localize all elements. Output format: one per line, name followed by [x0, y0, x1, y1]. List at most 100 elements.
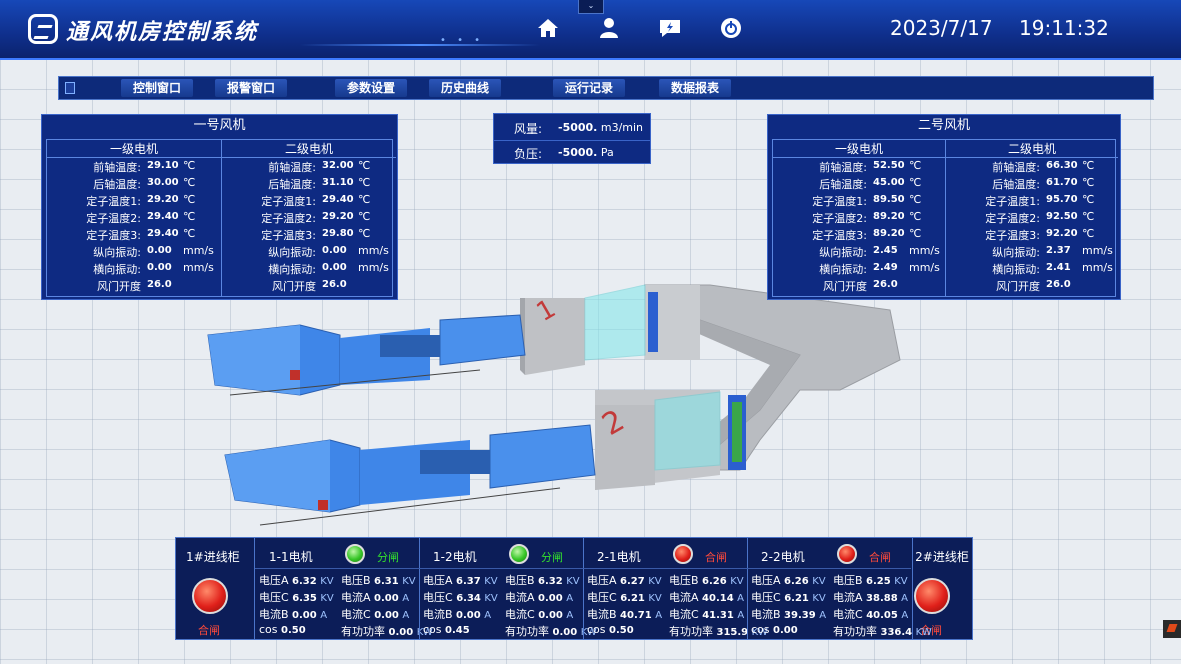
param-row: 定子温度3: 89.20 ℃	[773, 226, 945, 243]
param-label: 定子温度1:	[86, 195, 141, 208]
cell-label: 电流C	[669, 608, 699, 621]
electrical-cell: 电流B 39.39 A	[751, 606, 826, 622]
home-icon[interactable]	[536, 16, 560, 40]
cell-unit: A	[737, 610, 745, 621]
electrical-cell: 有功功率 336.4 KW	[833, 623, 932, 639]
param-row: 定子温度2: 29.20 ℃	[222, 209, 396, 226]
param-value: 2.41	[1046, 262, 1071, 273]
param-unit: ℃	[183, 227, 196, 240]
motor-status-lamp[interactable]	[673, 544, 693, 564]
cell-label: 电流A	[341, 591, 371, 604]
electrical-cell: 电流A 0.00 A	[341, 589, 409, 605]
menu-param-settings[interactable]: 参数设置	[335, 79, 408, 97]
motor-name: 1-1电机	[269, 550, 313, 564]
corner-app-icon[interactable]	[1163, 620, 1181, 638]
motor-status-lamp[interactable]	[837, 544, 857, 564]
cell-label: 有功功率	[669, 625, 713, 638]
param-label: 定子温度3:	[812, 229, 867, 242]
param-row: 定子温度2: 29.40 ℃	[47, 209, 221, 226]
param-row: 横向振动: 0.00 mm/s	[47, 260, 221, 277]
param-label: 定子温度3:	[985, 229, 1040, 242]
motor-head: 一级电机	[773, 140, 945, 158]
param-row: 定子温度1: 29.20 ℃	[47, 192, 221, 209]
electrical-cell: 电流A 0.00 A	[505, 589, 573, 605]
fan1-motor2: 二级电机 前轴温度: 32.00 ℃ 后轴温度: 31.10 ℃ 定子温度1: 29.40 ℃ 定…	[222, 140, 396, 296]
menu-control-window[interactable]: 控制窗口	[121, 79, 194, 97]
param-value: 29.80	[322, 228, 354, 239]
param-label: 风门开度	[996, 280, 1040, 293]
param-label: 横向振动:	[819, 263, 867, 276]
param-unit: ℃	[1082, 210, 1095, 223]
cell-value: 0.00	[552, 627, 578, 638]
menu-history-curve[interactable]: 历史曲线	[429, 79, 502, 97]
motor-name: 1-2电机	[433, 550, 477, 564]
param-value: 29.40	[147, 228, 179, 239]
cabinet1-label: 1#进线柜	[186, 550, 240, 564]
param-value: 26.0	[322, 279, 347, 290]
param-value: 2.37	[1046, 245, 1071, 256]
param-row: 纵向振动: 0.00 mm/s	[47, 243, 221, 260]
user-icon[interactable]	[597, 16, 621, 40]
fan1-panel: 一号风机 一级电机 前轴温度: 29.10 ℃ 后轴温度: 30.00 ℃ 定子温度1: 29…	[41, 114, 398, 300]
param-row: 后轴温度: 30.00 ℃	[47, 175, 221, 192]
cell-value: 0.00	[292, 610, 317, 621]
param-row: 风门开度 26.0	[773, 277, 945, 294]
motor-status-lamp[interactable]	[345, 544, 365, 564]
motor-status-lamp[interactable]	[509, 544, 529, 564]
param-row: 定子温度3: 29.40 ℃	[47, 226, 221, 243]
param-value: 61.70	[1046, 177, 1078, 188]
divider	[419, 568, 583, 569]
cell-label: 电压B	[833, 574, 863, 587]
param-unit: ℃	[183, 210, 196, 223]
divider	[419, 538, 420, 639]
menu-bar: 控制窗口 报警窗口 参数设置 历史曲线 运行记录 数据报表	[58, 76, 1154, 100]
param-row: 定子温度2: 92.50 ℃	[946, 209, 1118, 226]
param-unit: ℃	[909, 159, 922, 172]
param-value: 29.20	[147, 194, 179, 205]
collapse-button[interactable]: ⌄	[578, 0, 604, 14]
menu-toggle[interactable]	[65, 82, 75, 94]
param-row: 定子温度1: 29.40 ℃	[222, 192, 396, 209]
param-value: 26.0	[873, 279, 898, 290]
param-unit: ℃	[358, 210, 371, 223]
cell-value: 6.37	[456, 576, 481, 587]
param-unit: mm/s	[358, 244, 389, 257]
electrical-cell: 电压A 6.27 KV	[587, 572, 662, 588]
message-icon[interactable]	[658, 16, 682, 40]
cell-value: 40.71	[620, 610, 652, 621]
param-row: 定子温度1: 95.70 ℃	[946, 192, 1118, 209]
param-label: 后轴温度:	[819, 178, 867, 191]
cabinet2-label: 2#进线柜	[915, 550, 969, 564]
param-unit: ℃	[358, 176, 371, 189]
param-value: 26.0	[1046, 279, 1071, 290]
cell-label: 电压C	[423, 591, 453, 604]
cabinet1-status-lamp[interactable]	[192, 578, 228, 614]
cell-unit: A	[402, 610, 410, 621]
cell-value: 336.4	[880, 627, 913, 638]
fan2-panel: 二号风机 一级电机 前轴温度: 52.50 ℃ 后轴温度: 45.00 ℃ 定子温度1: 89…	[767, 114, 1121, 300]
param-row: 前轴温度: 29.10 ℃	[47, 158, 221, 175]
menu-run-records[interactable]: 运行记录	[553, 79, 626, 97]
motor-state: 合闸	[869, 551, 891, 564]
power-icon[interactable]	[719, 16, 743, 40]
cell-label: 电压A	[423, 574, 453, 587]
param-value: 32.00	[322, 160, 354, 171]
cell-label: 电压A	[751, 574, 781, 587]
menu-alarm-window[interactable]: 报警窗口	[215, 79, 288, 97]
param-value: 95.70	[1046, 194, 1078, 205]
cabinet2-status-lamp[interactable]	[914, 578, 950, 614]
cell-value: 0.00	[538, 610, 563, 621]
cell-label: 电流B	[423, 608, 453, 621]
cell-label: 电流B	[259, 608, 289, 621]
cell-label: 电压B	[505, 574, 535, 587]
menu-data-report[interactable]: 数据报表	[659, 79, 732, 97]
cell-value: 40.05	[866, 610, 898, 621]
cell-label: 电压A	[587, 574, 617, 587]
motor-head: 一级电机	[47, 140, 221, 158]
cell-label: 电流B	[751, 608, 781, 621]
param-value: 89.20	[873, 211, 905, 222]
param-label: 前轴温度:	[268, 161, 316, 174]
param-row: 前轴温度: 32.00 ℃	[222, 158, 396, 175]
param-unit: ℃	[909, 193, 922, 206]
cell-unit: A	[901, 610, 909, 621]
